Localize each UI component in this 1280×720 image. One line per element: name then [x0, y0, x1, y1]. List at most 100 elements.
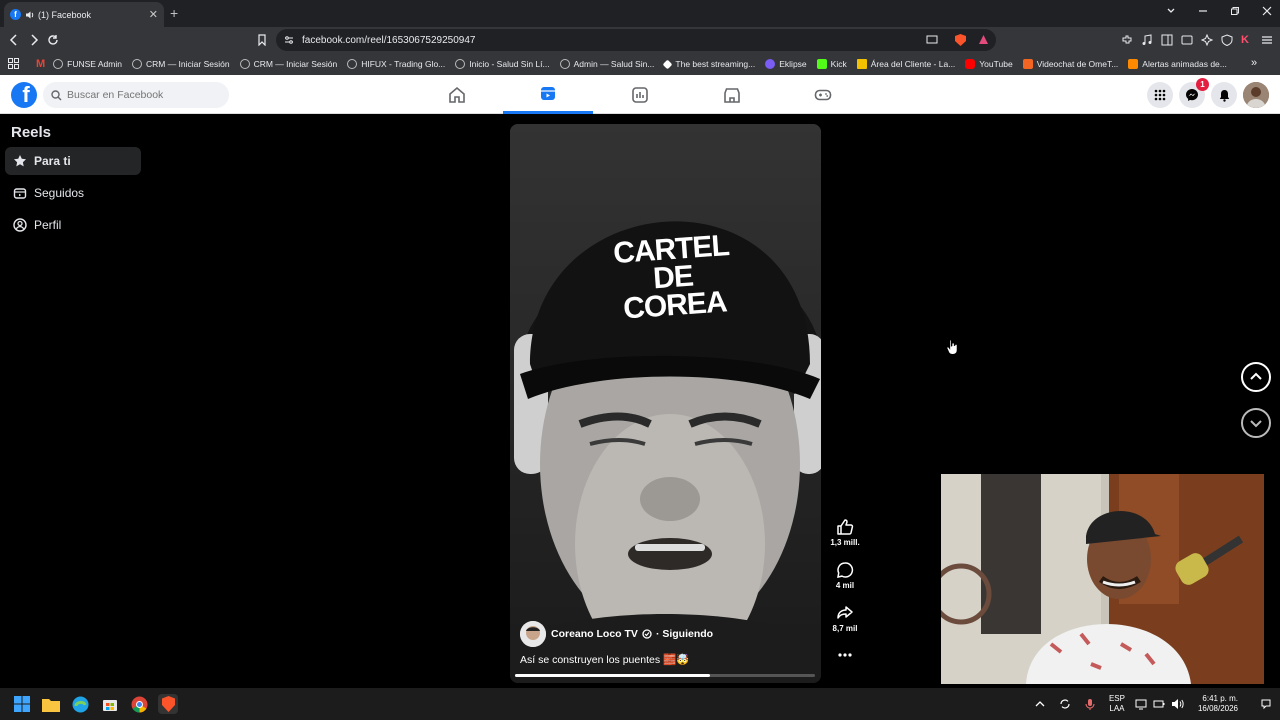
wallet-icon[interactable] — [1181, 34, 1193, 46]
brave-taskbar-icon[interactable] — [158, 694, 178, 714]
music-icon[interactable] — [1141, 34, 1153, 46]
sidebar-item-para-ti[interactable]: Para ti — [5, 147, 141, 175]
reload-icon[interactable] — [47, 34, 59, 46]
site-info-icon[interactable] — [284, 35, 294, 45]
nav-gaming[interactable] — [778, 75, 868, 114]
bookmark-item[interactable]: Inicio - Salud Sin Lí... — [455, 59, 550, 69]
ometv-icon — [1022, 59, 1033, 69]
next-reel-button[interactable] — [1241, 408, 1271, 438]
brave-shield-icon[interactable] — [955, 34, 966, 46]
vpn-icon[interactable] — [1221, 34, 1233, 46]
minimize-icon[interactable] — [1198, 6, 1208, 16]
tray-chevron-up-icon[interactable] — [1035, 699, 1045, 709]
brave-rewards-icon[interactable] — [978, 34, 989, 45]
bookmark-item[interactable]: Kick — [816, 59, 847, 69]
menu-button[interactable] — [1147, 82, 1173, 108]
sync-icon[interactable] — [1059, 698, 1071, 710]
battery-icon[interactable] — [1153, 698, 1165, 710]
folder-icon — [42, 698, 60, 712]
reel-caption: Así se construyen los puentes 🧱🤯 — [520, 654, 690, 666]
forward-icon[interactable] — [28, 34, 40, 46]
profile-avatar[interactable] — [1243, 82, 1269, 108]
bookmark-item[interactable]: Área del Cliente - La... — [856, 59, 955, 69]
cast-icon[interactable] — [926, 35, 938, 45]
more-options-button[interactable] — [824, 648, 866, 662]
reel-author[interactable]: Coreano Loco TV · Siguiendo — [520, 621, 713, 647]
speaker-icon[interactable] — [25, 10, 35, 20]
system-clock[interactable]: 6:41 p. m. 16/08/2026 — [1198, 694, 1238, 714]
sidebar-title: Reels — [11, 124, 52, 141]
input-language[interactable]: ESP LAA — [1109, 694, 1125, 714]
nav-marketplace[interactable] — [687, 75, 777, 114]
notifications-button[interactable] — [1211, 82, 1237, 108]
sidebar-item-seguidos[interactable]: Seguidos — [5, 179, 141, 207]
comment-button[interactable]: 4 mil — [824, 561, 866, 590]
like-button[interactable]: 1,3 mill. — [824, 518, 866, 547]
facebook-header: f — [0, 75, 1280, 114]
file-explorer-icon[interactable] — [41, 694, 61, 714]
windows-start-icon[interactable] — [12, 694, 32, 714]
leo-ai-icon[interactable] — [1201, 34, 1213, 46]
nav-home[interactable] — [412, 75, 502, 114]
microphone-icon[interactable] — [1085, 698, 1095, 710]
close-window-icon[interactable] — [1262, 6, 1272, 16]
reel-video-frame — [510, 124, 821, 683]
nav-stats[interactable] — [595, 75, 685, 114]
bookmark-item[interactable]: Videochat de OmeT... — [1022, 59, 1118, 69]
facebook-logo-icon[interactable]: f — [11, 82, 37, 108]
share-button[interactable]: 8,7 mil — [824, 604, 866, 633]
comment-icon — [837, 562, 854, 578]
bookmark-item[interactable]: Alertas animadas de... — [1128, 59, 1227, 69]
globe-icon — [53, 59, 64, 69]
bookmark-item[interactable]: The best streaming... — [662, 59, 755, 69]
bookmark-item[interactable]: Admin — Salud Sin... — [559, 59, 654, 69]
bookmark-item[interactable]: CRM — Iniciar Sesión — [239, 59, 337, 69]
reel-video[interactable]: CARTEL DE COREA — [510, 124, 821, 683]
windows-logo-icon — [14, 696, 30, 712]
apps-grid-icon[interactable] — [8, 58, 19, 69]
tab-close-icon[interactable]: ✕ — [149, 8, 158, 21]
star-icon — [14, 155, 26, 167]
avatar-image — [1243, 82, 1269, 108]
bookmark-item[interactable]: FUNSE Admin — [53, 59, 122, 69]
gmail-bookmark-icon[interactable]: M — [36, 58, 45, 70]
edge-icon[interactable] — [70, 694, 90, 714]
like-count: 1,3 mill. — [830, 538, 860, 547]
tab-search-icon[interactable] — [1166, 6, 1176, 16]
restore-icon[interactable] — [1230, 6, 1240, 16]
language-code: ESP — [1108, 694, 1125, 703]
volume-icon[interactable] — [1171, 698, 1184, 710]
reel-progress-bar[interactable] — [515, 674, 815, 677]
eklipse-icon — [765, 59, 776, 69]
network-icon[interactable] — [1135, 698, 1147, 710]
browser-tab[interactable]: f (1) Facebook ✕ — [4, 2, 164, 27]
previous-reel-button[interactable] — [1241, 362, 1271, 392]
follow-status[interactable]: · Siguiendo — [656, 628, 713, 640]
search-input[interactable] — [67, 89, 217, 101]
bookmark-item[interactable]: HIFUX - Trading Glo... — [347, 59, 445, 69]
author-avatar[interactable] — [520, 621, 546, 647]
notification-center-icon[interactable] — [1260, 698, 1272, 710]
youtube-icon — [965, 59, 976, 69]
author-name[interactable]: Coreano Loco TV — [551, 628, 638, 640]
chrome-icon[interactable] — [129, 694, 149, 714]
new-tab-icon[interactable]: + — [170, 5, 178, 21]
bookmark-item[interactable]: CRM — Iniciar Sesión — [131, 59, 230, 69]
nav-reels[interactable] — [503, 75, 593, 114]
extensions-icon[interactable] — [1121, 34, 1133, 46]
facebook-search[interactable] — [43, 82, 229, 108]
back-icon[interactable] — [8, 34, 20, 46]
kick-extension-icon[interactable]: K — [1241, 34, 1253, 46]
menu-icon[interactable] — [1261, 34, 1273, 46]
more-bookmarks-icon[interactable]: » — [1251, 57, 1257, 69]
profile-icon — [13, 218, 27, 232]
cap-logo-text: CARTEL DE COREA — [612, 229, 730, 326]
store-icon[interactable] — [100, 694, 120, 714]
bookmark-item[interactable]: YouTube — [965, 59, 1013, 69]
url-bar[interactable]: facebook.com/reel/1653067529250947 — [276, 29, 996, 51]
sidebar-toggle-icon[interactable] — [1161, 34, 1173, 46]
sidebar-item-perfil[interactable]: Perfil — [5, 211, 141, 239]
bookmark-item[interactable]: Eklipse — [765, 59, 807, 69]
diamond-icon — [662, 59, 673, 69]
bookmark-icon[interactable] — [256, 34, 268, 46]
